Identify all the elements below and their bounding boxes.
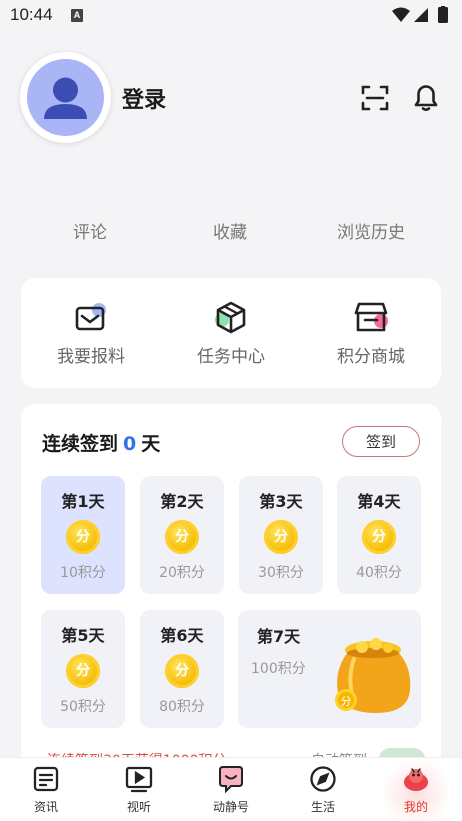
checkin-title-suffix: 天: [141, 433, 161, 455]
points-mall-button[interactable]: 积分商城: [311, 300, 431, 367]
tab-label: 生活: [310, 800, 335, 814]
day-label: 第7天: [257, 627, 301, 646]
checkin-card: 连续签到 0 天 签到 第1天 分 10积分 第2天 分 20积分 第3天 分 30…: [21, 404, 441, 784]
day-label: 第2天: [160, 492, 204, 511]
feature-label: 我要报料: [57, 347, 125, 367]
coin-icon: 分: [165, 520, 199, 554]
comments-link[interactable]: 评论: [0, 218, 180, 246]
day-7-card: 第7天 100积分 分: [238, 610, 421, 728]
feature-label: 积分商城: [337, 347, 405, 367]
checkin-button[interactable]: 签到: [342, 426, 420, 457]
profile-icon: [404, 768, 428, 791]
feature-card: 我要报料 任务中心 积分商城: [21, 278, 441, 388]
task-center-button[interactable]: 任务中心: [171, 300, 291, 367]
day-3-card: 第3天 分 30积分: [239, 476, 323, 594]
quick-links: 评论 收藏 浏览历史: [0, 218, 462, 246]
day-1-card: 第1天 分 10积分: [41, 476, 125, 594]
history-link[interactable]: 浏览历史: [280, 218, 462, 246]
login-link[interactable]: 登录: [122, 82, 166, 114]
notification-icon: A: [71, 9, 83, 22]
favorites-link[interactable]: 收藏: [180, 218, 280, 246]
day-label: 第3天: [259, 492, 303, 511]
coin-icon: 分: [362, 520, 396, 554]
mail-icon: [75, 303, 106, 331]
status-bar: 10:44 A: [0, 0, 462, 32]
feature-label: 任务中心: [197, 347, 265, 367]
day-points: 80积分: [159, 699, 205, 715]
day-points: 50积分: [60, 699, 106, 715]
tab-dongjing[interactable]: 动静号: [185, 758, 277, 821]
video-icon: [125, 766, 153, 793]
day-2-card: 第2天 分 20积分: [140, 476, 224, 594]
report-news-button[interactable]: 我要报料: [31, 300, 151, 367]
tab-label: 视听: [126, 800, 151, 814]
checkin-count: 0: [123, 433, 137, 455]
tab-label: 动静号: [212, 800, 249, 814]
day-label: 第4天: [357, 492, 401, 511]
news-icon: [33, 766, 59, 792]
bell-icon[interactable]: [410, 81, 442, 113]
day-label: 第6天: [160, 626, 204, 645]
compass-icon: [310, 766, 336, 792]
status-time: 10:44: [10, 5, 53, 24]
scan-icon[interactable]: [360, 83, 390, 113]
day-6-card: 第6天 分 80积分: [140, 610, 224, 728]
day-label: 第5天: [61, 626, 105, 645]
day-4-card: 第4天 分 40积分: [337, 476, 421, 594]
tab-mine[interactable]: 我的: [370, 758, 462, 821]
day-label: 第1天: [61, 492, 105, 511]
day-points: 20积分: [159, 565, 205, 581]
gold-bag-icon: 分: [335, 638, 411, 713]
bottom-tab-bar: 资讯 视听 动静号 生活 我的: [0, 757, 462, 821]
coin-icon: 分: [66, 520, 100, 554]
signal-icons: [392, 6, 448, 23]
coin-icon: 分: [165, 654, 199, 688]
chat-smile-icon: [219, 766, 243, 793]
day-5-card: 第5天 分 50积分: [41, 610, 125, 728]
coin-icon: 分: [66, 654, 100, 688]
tab-video[interactable]: 视听: [93, 758, 185, 821]
bag-coin-text: 分: [341, 695, 352, 708]
avatar[interactable]: [20, 52, 111, 143]
checkin-title: 连续签到 0 天: [42, 429, 160, 456]
shop-icon: [354, 302, 388, 332]
tab-life[interactable]: 生活: [277, 758, 369, 821]
tab-label: 我的: [403, 800, 428, 814]
box-icon: [215, 301, 246, 334]
tab-news[interactable]: 资讯: [0, 758, 92, 821]
day-points: 30积分: [258, 565, 304, 581]
profile-header: 登录: [0, 50, 462, 146]
day-points: 10积分: [60, 565, 106, 581]
tab-label: 资讯: [33, 800, 58, 814]
coin-icon: 分: [264, 520, 298, 554]
day-points: 100积分: [251, 661, 306, 677]
user-placeholder-icon: [27, 59, 104, 136]
checkin-title-prefix: 连续签到: [42, 433, 119, 455]
day-points: 40积分: [356, 565, 402, 581]
